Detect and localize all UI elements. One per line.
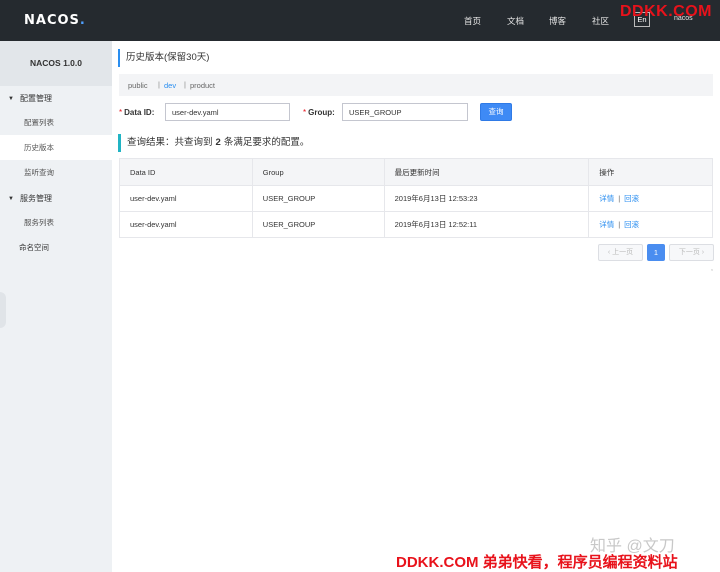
- caret-down-icon: ▼: [8, 196, 14, 202]
- cell-group: USER_GROUP: [251, 211, 385, 238]
- namespace-public[interactable]: public: [128, 81, 148, 90]
- history-table: Data ID Group 最后更新时间 操作 user-dev.yaml US…: [119, 158, 713, 238]
- required-mark: *: [303, 108, 307, 117]
- column-header-updated: 最后更新时间: [383, 158, 590, 186]
- column-header-actions: 操作: [588, 158, 713, 186]
- action-separator: |: [618, 220, 621, 229]
- namespace-bar: public | dev | product: [119, 74, 713, 96]
- nav-community[interactable]: 社区: [592, 15, 609, 27]
- sidebar-group-label: 配置管理: [19, 94, 52, 103]
- table-header-row: Data ID Group 最后更新时间 操作: [119, 158, 713, 186]
- sidebar-group-config[interactable]: ▼ 配置管理: [8, 93, 52, 104]
- column-header-group: Group: [251, 158, 385, 186]
- nav-blog[interactable]: 博客: [549, 15, 566, 27]
- data-id-input[interactable]: [165, 103, 290, 121]
- action-separator: |: [618, 194, 621, 203]
- main-content: 历史版本(保留30天) public | dev | product * Data…: [112, 41, 720, 572]
- result-count: 2: [215, 137, 221, 148]
- sidebar: NACOS 1.0.0 ▼ 配置管理 配置列表 历史版本 监听查询 ▼ 服务管理 服…: [0, 41, 112, 572]
- sidebar-group-service[interactable]: ▼ 服务管理: [8, 193, 52, 204]
- required-mark: *: [119, 108, 123, 117]
- cell-actions: 详情 | 回滚: [588, 185, 713, 212]
- data-id-label: * Data ID:: [119, 108, 154, 117]
- namespace-dev[interactable]: dev: [164, 81, 176, 90]
- watermark-top: DDKK.COM: [620, 3, 712, 20]
- sidebar-collapse-handle[interactable]: [0, 292, 6, 328]
- group-label-text: Group:: [308, 108, 335, 117]
- sidebar-item-listener-query[interactable]: 监听查询: [0, 160, 112, 185]
- cell-group: USER_GROUP: [251, 185, 385, 212]
- top-navbar: NACOS. 首页 文档 博客 社区 En nacos DDKK.COM: [0, 0, 720, 41]
- cell-data-id: user-dev.yaml: [119, 185, 253, 212]
- chevron-right-icon: ›: [699, 249, 705, 256]
- table-row: user-dev.yaml USER_GROUP 2019年6月13日 12:5…: [119, 211, 713, 238]
- rollback-link[interactable]: 回滚: [624, 194, 639, 203]
- detail-link[interactable]: 详情: [599, 194, 614, 203]
- result-prefix: 查询结果：共查询到: [127, 137, 213, 148]
- nav-home[interactable]: 首页: [464, 15, 481, 27]
- result-summary: 查询结果：共查询到 2 条满足要求的配置。: [118, 134, 309, 152]
- cell-updated: 2019年6月13日 12:52:11: [383, 211, 590, 238]
- namespace-separator: |: [158, 80, 160, 89]
- prev-page-button[interactable]: ‹ 上一页: [598, 244, 643, 261]
- decorative-dot: ,: [711, 265, 713, 272]
- result-suffix: 条满足要求的配置。: [223, 137, 310, 148]
- nacos-logo[interactable]: NACOS.: [24, 13, 86, 28]
- namespace-product[interactable]: product: [190, 81, 215, 90]
- query-button[interactable]: 查询: [480, 103, 512, 121]
- cell-data-id: user-dev.yaml: [119, 211, 253, 238]
- page-title: 历史版本(保留30天): [118, 49, 209, 67]
- logo-text: NACOS: [24, 13, 80, 28]
- sidebar-item-service-list[interactable]: 服务列表: [0, 210, 112, 235]
- cell-actions: 详情 | 回滚: [588, 211, 713, 238]
- namespace-separator: |: [184, 80, 186, 89]
- logo-dot: .: [79, 13, 86, 28]
- group-label: * Group:: [303, 108, 335, 117]
- page-number-current[interactable]: 1: [647, 244, 665, 261]
- sidebar-item-history[interactable]: 历史版本: [0, 135, 112, 160]
- sidebar-title: NACOS 1.0.0: [0, 41, 112, 86]
- caret-down-icon: ▼: [8, 96, 14, 102]
- prev-page-label: 上一页: [612, 249, 634, 256]
- sidebar-item-config-list[interactable]: 配置列表: [0, 110, 112, 135]
- cell-updated: 2019年6月13日 12:53:23: [383, 185, 590, 212]
- rollback-link[interactable]: 回滚: [624, 220, 639, 229]
- watermark-bottom: DDKK.COM 弟弟快看，程序员编程资料站: [396, 554, 678, 571]
- table-row: user-dev.yaml USER_GROUP 2019年6月13日 12:5…: [119, 185, 713, 212]
- detail-link[interactable]: 详情: [599, 220, 614, 229]
- sidebar-group-label: 服务管理: [19, 194, 52, 203]
- nav-docs[interactable]: 文档: [507, 15, 524, 27]
- group-input[interactable]: [342, 103, 468, 121]
- data-id-label-text: Data ID:: [124, 108, 155, 117]
- next-page-label: 下一页: [678, 249, 700, 256]
- column-header-data-id: Data ID: [119, 158, 253, 186]
- next-page-button[interactable]: 下一页 ›: [669, 244, 714, 261]
- sidebar-item-namespace[interactable]: 命名空间: [19, 242, 49, 253]
